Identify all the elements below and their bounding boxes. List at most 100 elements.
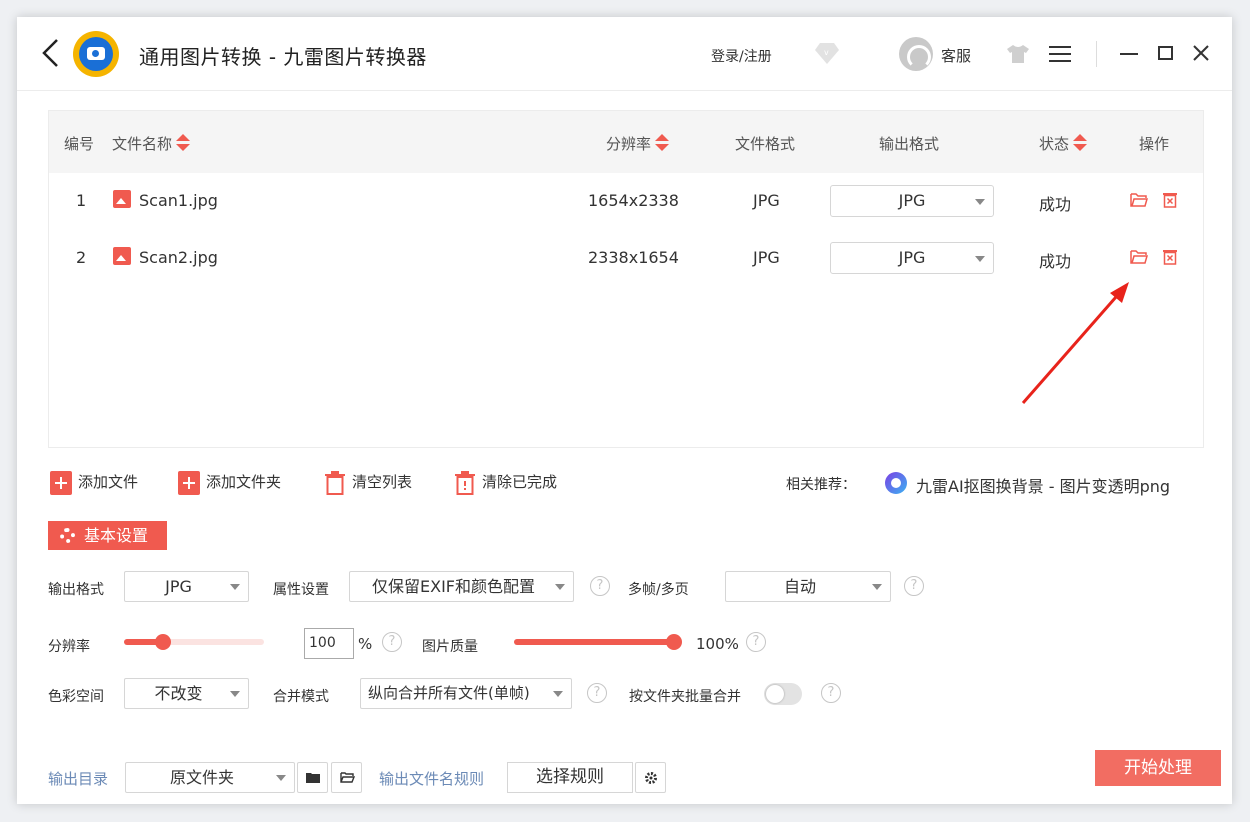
row-resolution: 1654x2338 bbox=[588, 191, 679, 210]
multipage-label: 多帧/多页 bbox=[628, 582, 689, 598]
maximize-icon[interactable] bbox=[1158, 46, 1173, 60]
trash-icon bbox=[324, 470, 346, 495]
output-format-label: 输出格式 bbox=[48, 582, 104, 598]
app-window: 通用图片转换 - 九雷图片转换器 登录/注册 v 客服 编号 文件名称 分辨率 … bbox=[17, 17, 1232, 804]
minimize-icon[interactable] bbox=[1120, 53, 1138, 55]
header-name[interactable]: 文件名称 bbox=[112, 133, 191, 154]
add-folder-label: 添加文件夹 bbox=[206, 473, 282, 491]
open-folder-icon[interactable] bbox=[1130, 249, 1148, 264]
output-format-select[interactable]: JPG bbox=[124, 571, 249, 602]
color-space-label: 色彩空间 bbox=[48, 689, 104, 705]
menu-icon[interactable] bbox=[1049, 45, 1071, 63]
title-bar: 通用图片转换 - 九雷图片转换器 登录/注册 v 客服 bbox=[17, 17, 1232, 91]
vip-diamond-icon[interactable]: v bbox=[814, 41, 840, 65]
row-format: JPG bbox=[753, 248, 780, 267]
chevron-down-icon bbox=[872, 584, 882, 590]
service-avatar-icon[interactable] bbox=[899, 37, 933, 71]
start-process-button[interactable]: 开始处理 bbox=[1095, 750, 1221, 786]
title-separator bbox=[1096, 41, 1097, 67]
gear-icon bbox=[60, 528, 75, 543]
clear-list-label: 清空列表 bbox=[352, 473, 413, 491]
row-status: 成功 bbox=[1039, 252, 1072, 271]
batch-merge-toggle[interactable] bbox=[764, 683, 802, 705]
open-output-folder-button[interactable] bbox=[331, 762, 362, 793]
row-output-value: JPG bbox=[898, 191, 926, 210]
open-folder-icon[interactable] bbox=[1130, 192, 1148, 207]
delete-icon[interactable] bbox=[1162, 248, 1178, 265]
delete-icon[interactable] bbox=[1162, 191, 1178, 208]
header-index: 编号 bbox=[64, 135, 95, 153]
login-link[interactable]: 登录/注册 bbox=[711, 46, 772, 66]
header-format: 文件格式 bbox=[735, 135, 796, 153]
help-icon[interactable]: ? bbox=[746, 632, 766, 652]
add-file-icon bbox=[50, 470, 72, 495]
back-icon[interactable] bbox=[39, 37, 61, 69]
table-row[interactable]: 1 Scan1.jpg 1654x2338 JPG JPG 成功 bbox=[49, 173, 1203, 229]
output-dir-label[interactable]: 输出目录 bbox=[48, 768, 108, 789]
row-output-select[interactable]: JPG bbox=[830, 242, 994, 274]
resolution-input[interactable]: 100 bbox=[304, 628, 354, 659]
table-row[interactable]: 2 Scan2.jpg 2338x1654 JPG JPG 成功 bbox=[49, 230, 1203, 286]
resolution-slider-thumb[interactable] bbox=[155, 634, 171, 650]
clear-list-button[interactable]: 清空列表 bbox=[324, 468, 412, 496]
trash-done-icon bbox=[454, 470, 476, 495]
quality-slider-thumb[interactable] bbox=[666, 634, 682, 650]
basic-settings-label: 基本设置 bbox=[84, 526, 149, 545]
image-file-icon bbox=[113, 247, 131, 265]
chevron-down-icon bbox=[230, 691, 240, 697]
attr-label: 属性设置 bbox=[273, 582, 329, 598]
help-icon[interactable]: ? bbox=[587, 683, 607, 703]
sort-icon[interactable] bbox=[1073, 134, 1088, 152]
help-icon[interactable]: ? bbox=[821, 683, 841, 703]
color-space-value: 不改变 bbox=[154, 684, 203, 703]
open-folder-icon bbox=[340, 772, 355, 783]
browse-folder-button[interactable] bbox=[297, 762, 328, 793]
color-space-select[interactable]: 不改变 bbox=[124, 678, 249, 709]
add-file-button[interactable]: 添加文件 bbox=[50, 468, 138, 496]
row-filename: Scan2.jpg bbox=[139, 248, 218, 267]
resolution-unit: % bbox=[358, 635, 373, 653]
clear-done-button[interactable]: 清除已完成 bbox=[454, 468, 557, 496]
help-icon[interactable]: ? bbox=[382, 632, 402, 652]
recommend-link[interactable]: 九雷AI抠图换背景 - 图片变透明png bbox=[916, 473, 1170, 497]
annotation-arrow bbox=[1021, 282, 1129, 404]
header-resolution[interactable]: 分辨率 bbox=[606, 133, 670, 154]
basic-settings-tab[interactable]: 基本设置 bbox=[48, 521, 167, 550]
output-format-value: JPG bbox=[165, 577, 192, 596]
multipage-value: 自动 bbox=[783, 577, 816, 596]
help-icon[interactable]: ? bbox=[904, 576, 924, 596]
merge-mode-select[interactable]: 纵向合并所有文件(单帧) bbox=[360, 678, 572, 709]
sort-icon[interactable] bbox=[176, 134, 191, 152]
quality-slider-fill bbox=[514, 639, 674, 645]
chevron-down-icon bbox=[553, 691, 563, 697]
row-status: 成功 bbox=[1039, 195, 1072, 214]
header-action: 操作 bbox=[1139, 135, 1170, 153]
attr-value: 仅保留EXIF和颜色配置 bbox=[372, 577, 535, 596]
folder-icon bbox=[306, 773, 320, 783]
choose-rule-button[interactable]: 选择规则 bbox=[507, 762, 633, 793]
quality-value: 100% bbox=[696, 635, 739, 653]
add-folder-button[interactable]: 添加文件夹 bbox=[178, 468, 281, 496]
merge-mode-label: 合并模式 bbox=[273, 689, 329, 705]
attr-select[interactable]: 仅保留EXIF和颜色配置 bbox=[349, 571, 574, 602]
gear-icon bbox=[645, 772, 657, 784]
clear-done-label: 清除已完成 bbox=[482, 473, 558, 491]
row-output-select[interactable]: JPG bbox=[830, 185, 994, 217]
service-link[interactable]: 客服 bbox=[941, 45, 971, 66]
header-resolution-label: 分辨率 bbox=[606, 135, 652, 153]
filename-rule-label[interactable]: 输出文件名规则 bbox=[379, 768, 484, 789]
help-icon[interactable]: ? bbox=[590, 576, 610, 596]
multipage-select[interactable]: 自动 bbox=[725, 571, 891, 602]
row-index: 2 bbox=[76, 248, 87, 267]
output-dir-select[interactable]: 原文件夹 bbox=[125, 762, 295, 793]
chevron-down-icon bbox=[975, 256, 985, 262]
close-icon[interactable] bbox=[1191, 43, 1211, 63]
rule-settings-button[interactable] bbox=[635, 762, 666, 793]
add-file-label: 添加文件 bbox=[78, 473, 139, 491]
header-name-label: 文件名称 bbox=[112, 135, 173, 153]
header-status[interactable]: 状态 bbox=[1039, 133, 1088, 154]
skin-icon[interactable] bbox=[1006, 44, 1030, 64]
ai-cutout-icon[interactable] bbox=[885, 472, 907, 494]
sort-icon[interactable] bbox=[655, 134, 670, 152]
resolution-label: 分辨率 bbox=[48, 639, 90, 655]
